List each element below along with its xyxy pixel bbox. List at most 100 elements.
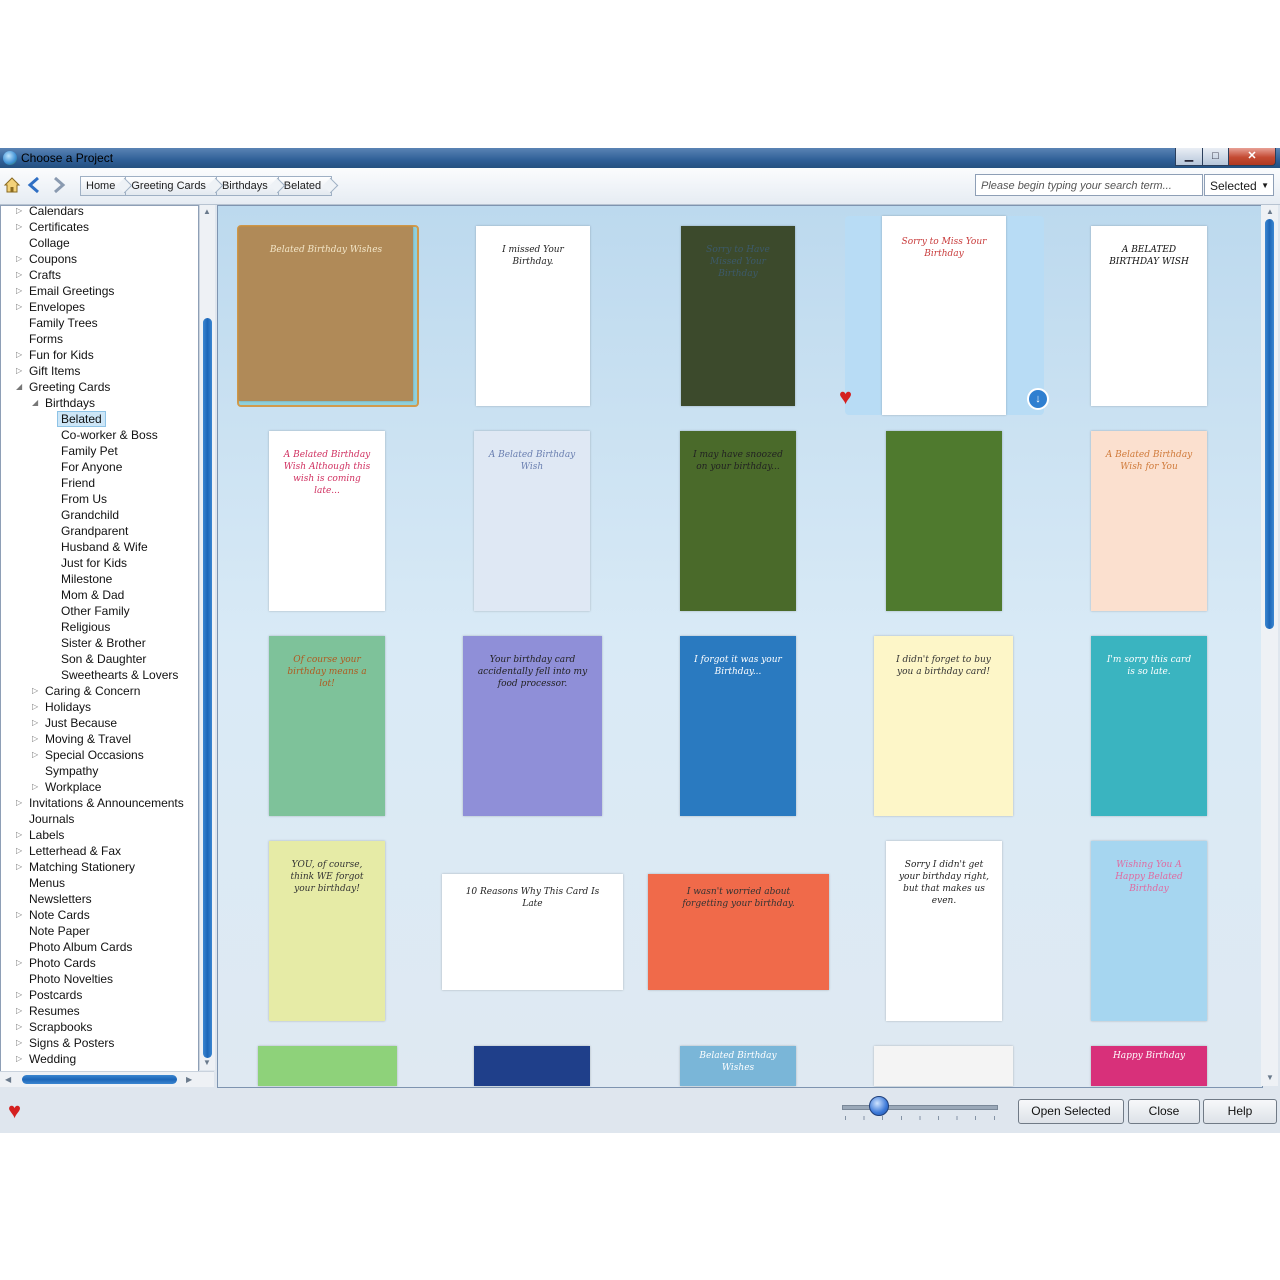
expand-triangle-icon[interactable]: ▷ [16, 219, 26, 235]
download-arrow-icon[interactable]: ↓ [1027, 388, 1049, 410]
breadcrumb-belated[interactable]: Belated [277, 176, 333, 196]
tree-item[interactable]: ▷ Photo Cards [16, 955, 96, 971]
tree-item[interactable]: Son & Daughter [61, 651, 146, 667]
project-card[interactable] [886, 431, 1002, 611]
expand-triangle-icon[interactable]: ▷ [16, 1051, 26, 1067]
tree-item[interactable]: Newsletters [29, 891, 92, 907]
project-card[interactable] [474, 1046, 590, 1086]
project-card[interactable]: Belated Birthday Wishes [239, 227, 413, 401]
tree-item[interactable]: ▷ Signs & Posters [16, 1035, 114, 1051]
project-card[interactable]: A Belated Birthday Wish [474, 431, 590, 611]
tree-item[interactable]: ▷ Just Because [32, 715, 117, 731]
tree-item[interactable]: Other Family [61, 603, 130, 619]
expand-triangle-icon[interactable]: ▷ [16, 347, 26, 363]
project-card[interactable] [874, 1046, 1013, 1086]
filter-select[interactable]: Selected ▼ [1204, 174, 1274, 196]
tree-item[interactable]: ▷ Scrapbooks [16, 1019, 92, 1035]
tree-item[interactable]: ▷ Resumes [16, 1003, 80, 1019]
tree-item[interactable]: ▷ Workplace [32, 779, 101, 795]
tree-item[interactable]: Family Trees [29, 315, 98, 331]
tree-item[interactable]: Friend [61, 475, 95, 491]
tree-horizontal-scrollbar[interactable]: ◀ ▶ [0, 1071, 214, 1087]
scroll-down-icon[interactable]: ▼ [203, 1058, 211, 1067]
tree-item[interactable]: ◢ Birthdays [32, 395, 95, 411]
tree-item[interactable]: Collage [29, 235, 70, 251]
tree-hscroll-thumb[interactable] [22, 1075, 177, 1084]
tree-item[interactable]: ▷ Letterhead & Fax [16, 843, 121, 859]
breadcrumb-greeting-cards[interactable]: Greeting Cards [125, 176, 217, 196]
gallery-scroll-down-icon[interactable]: ▼ [1266, 1073, 1274, 1082]
tree-item[interactable]: Co-worker & Boss [61, 427, 158, 443]
search-input[interactable]: Please begin typing your search term... [975, 174, 1203, 196]
project-card[interactable]: I may have snoozed on your birthday... [680, 431, 796, 611]
tree-item[interactable]: ▷ Caring & Concern [32, 683, 140, 699]
project-card[interactable]: Your birthday card accidentally fell int… [463, 636, 602, 816]
project-card[interactable]: I missed Your Birthday. [476, 226, 590, 406]
gallery-vertical-scrollbar[interactable]: ▲ ▼ [1261, 205, 1278, 1086]
tree-item[interactable]: ▷ Labels [16, 827, 64, 843]
expand-triangle-icon[interactable]: ▷ [16, 987, 26, 1003]
tree-vertical-scrollbar[interactable]: ▲ ▼ [199, 205, 215, 1070]
zoom-slider[interactable] [842, 1105, 998, 1110]
project-card[interactable]: Happy Birthday [1091, 1046, 1207, 1086]
gallery-scroll-up-icon[interactable]: ▲ [1266, 207, 1274, 216]
project-card[interactable]: Wishing You A Happy Belated Birthday [1091, 841, 1207, 1021]
project-card[interactable]: YOU, of course, think WE forgot your bir… [269, 841, 385, 1021]
tree-item[interactable]: Milestone [61, 571, 112, 587]
close-button[interactable]: Close [1128, 1099, 1200, 1124]
expand-triangle-icon[interactable]: ▷ [16, 843, 26, 859]
breadcrumb-home[interactable]: Home [80, 176, 127, 196]
tree-scroll-thumb[interactable] [203, 318, 212, 1058]
tree-item[interactable]: ▷ Email Greetings [16, 283, 114, 299]
tree-item[interactable]: Sister & Brother [61, 635, 146, 651]
project-card[interactable] [258, 1046, 397, 1086]
tree-item[interactable]: ▷ Coupons [16, 251, 77, 267]
open-selected-button[interactable]: Open Selected [1018, 1099, 1124, 1124]
gallery-scroll-thumb[interactable] [1265, 219, 1274, 629]
project-card[interactable]: Sorry to Have Missed Your Birthday [681, 226, 795, 406]
expand-triangle-icon[interactable]: ▷ [16, 267, 26, 283]
expand-triangle-icon[interactable]: ▷ [16, 955, 26, 971]
collapse-triangle-icon[interactable]: ◢ [32, 395, 42, 411]
tree-item[interactable]: Note Paper [29, 923, 90, 939]
expand-triangle-icon[interactable]: ▷ [16, 283, 26, 299]
tree-item[interactable]: ▷ Holidays [32, 699, 91, 715]
project-card[interactable]: Of course your birthday means a lot! [269, 636, 385, 816]
tree-item[interactable]: ▷ Crafts [16, 267, 61, 283]
tree-item[interactable]: Photo Novelties [29, 971, 113, 987]
tree-item[interactable]: Family Pet [61, 443, 118, 459]
project-card[interactable]: Sorry I didn't get your birthday right, … [886, 841, 1002, 1021]
tree-item[interactable]: Grandchild [61, 507, 119, 523]
project-card[interactable]: Sorry to Miss Your Birthday [882, 216, 1006, 415]
project-card[interactable]: I wasn't worried about forgetting your b… [648, 874, 829, 990]
expand-triangle-icon[interactable]: ▷ [32, 747, 42, 763]
expand-triangle-icon[interactable]: ▷ [16, 299, 26, 315]
tree-item[interactable]: ▷ Gift Items [16, 363, 80, 379]
favorites-heart-icon[interactable]: ♥ [8, 1100, 21, 1122]
project-card[interactable]: I'm sorry this card is so late. [1091, 636, 1207, 816]
tree-item[interactable]: From Us [61, 491, 107, 507]
project-card[interactable]: I forgot it was your Birthday... [680, 636, 796, 816]
tree-item[interactable]: ▷ Note Cards [16, 907, 90, 923]
expand-triangle-icon[interactable]: ▷ [16, 363, 26, 379]
tree-item[interactable]: Religious [61, 619, 110, 635]
scroll-right-icon[interactable]: ▶ [186, 1075, 192, 1084]
expand-triangle-icon[interactable]: ▷ [16, 251, 26, 267]
expand-triangle-icon[interactable]: ▷ [16, 206, 26, 219]
collapse-triangle-icon[interactable]: ◢ [16, 379, 26, 395]
close-window-button[interactable]: ✕ [1228, 148, 1276, 166]
tree-item[interactable]: Mom & Dad [61, 587, 124, 603]
tree-item[interactable]: ▷ Matching Stationery [16, 859, 135, 875]
expand-triangle-icon[interactable]: ▷ [16, 907, 26, 923]
forward-arrow-icon[interactable] [48, 176, 68, 196]
scroll-left-icon[interactable]: ◀ [5, 1075, 11, 1084]
tree-item[interactable]: Journals [29, 811, 74, 827]
tree-item[interactable]: Husband & Wife [61, 539, 148, 555]
maximize-button[interactable]: □ [1202, 148, 1229, 166]
tree-item[interactable]: ▷ Calendars [16, 206, 84, 219]
tree-item[interactable]: ▷ Moving & Travel [32, 731, 131, 747]
tree-item[interactable]: ▷ Wedding [16, 1051, 76, 1067]
tree-item[interactable]: ▷ Special Occasions [32, 747, 144, 763]
tree-item[interactable]: ◢ Greeting Cards [16, 379, 110, 395]
tree-item[interactable]: ▷ Invitations & Announcements [16, 795, 184, 811]
